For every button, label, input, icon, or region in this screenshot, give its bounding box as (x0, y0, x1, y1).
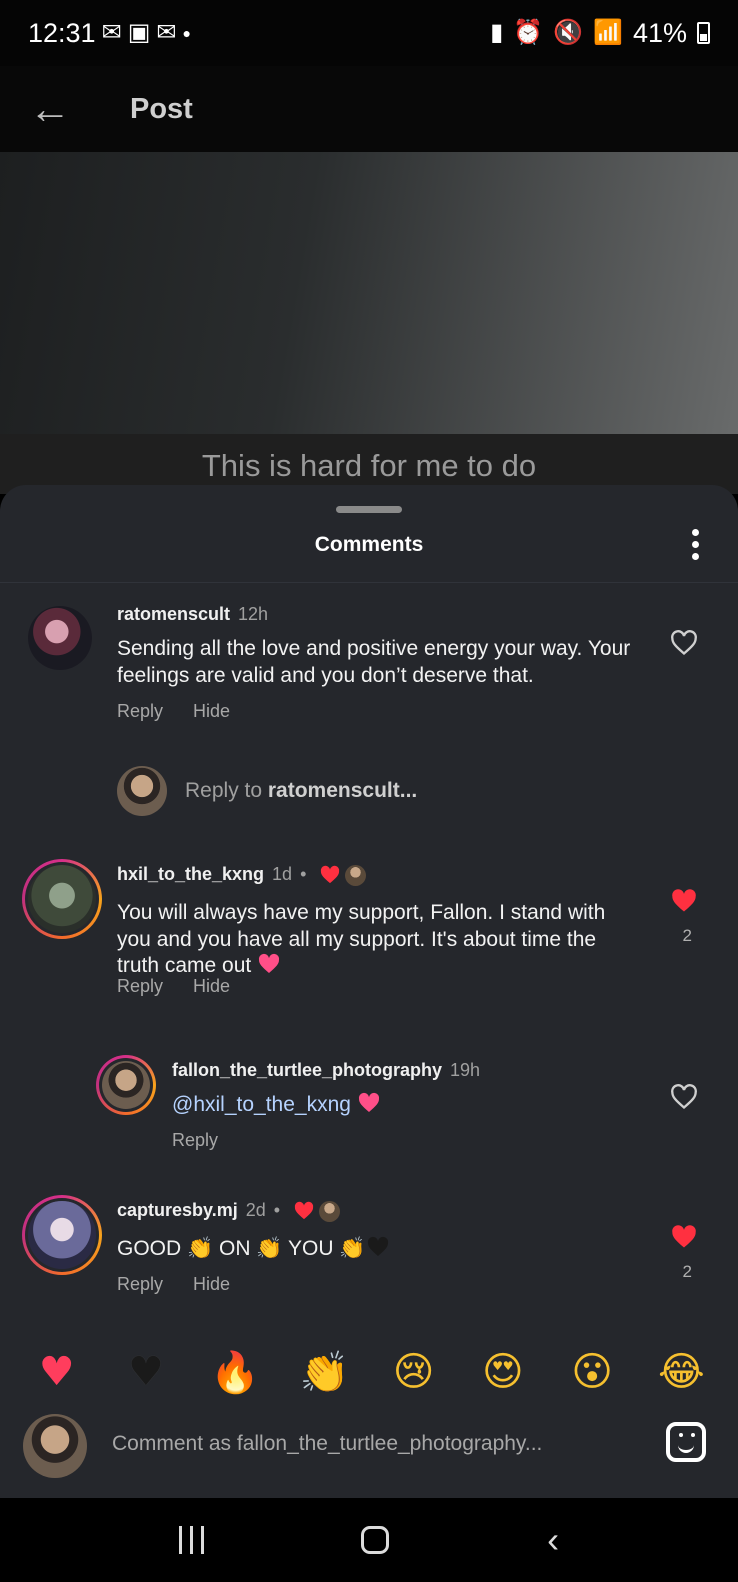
comment-username[interactable]: capturesby.mj (117, 1200, 238, 1220)
fire-icon[interactable]: 🔥 (205, 1349, 265, 1396)
reply-button[interactable]: Reply (117, 701, 163, 722)
comment-input[interactable]: Comment as fallon_the_turtlee_photograph… (112, 1432, 542, 1456)
reply-prompt-target: ratomenscult... (267, 779, 418, 802)
page-title: Post (130, 92, 193, 125)
avatar (23, 1414, 87, 1478)
reply-button[interactable]: Reply (117, 976, 163, 997)
app-header: ← Post (0, 66, 738, 152)
battery-saver-icon: ▮ (490, 19, 504, 46)
image-icon: ▣ (127, 19, 151, 46)
mute-icon: 🔇 (553, 19, 584, 46)
heart-eyes-icon[interactable]: 😍 (473, 1349, 533, 1395)
comment-username[interactable]: hxil_to_the_kxng (117, 864, 264, 884)
sticker-icon[interactable] (666, 1422, 706, 1462)
comment-username[interactable]: ratomenscult (117, 604, 230, 624)
reply-composer[interactable]: Reply to ratomenscult... (117, 766, 677, 818)
avatar[interactable] (96, 1055, 156, 1115)
heart-outline-icon[interactable] (670, 1084, 698, 1110)
back-icon[interactable]: ‹ (547, 1522, 559, 1558)
more-options-icon[interactable] (692, 529, 700, 560)
system-nav-bar: ‹ (0, 1498, 738, 1582)
hide-button[interactable]: Hide (193, 701, 230, 722)
comment-composer: Comment as fallon_the_turtlee_photograph… (0, 1414, 738, 1498)
comment-time: 19h (450, 1060, 481, 1080)
home-icon[interactable] (361, 1526, 390, 1554)
status-time: 12:31 (28, 17, 96, 48)
comment-text: You will always have my support, Fallon.… (117, 901, 606, 977)
comment-time: 12h (238, 604, 269, 624)
black-heart-icon (366, 1236, 390, 1260)
avatar (117, 766, 167, 816)
reply-button[interactable]: Reply (172, 1130, 218, 1151)
like-count: 2 (682, 1262, 692, 1281)
creator-avatar (319, 1200, 341, 1222)
avatar[interactable] (22, 1195, 102, 1275)
dot-icon: ● (182, 25, 191, 41)
divider (0, 582, 738, 583)
clapping-hands-icon[interactable]: 👏 (294, 1349, 354, 1396)
reply-prompt-prefix: Reply to (185, 779, 268, 802)
like-count: 2 (682, 926, 692, 945)
pink-heart-icon (357, 1092, 381, 1116)
recents-icon[interactable] (178, 1526, 204, 1554)
arrow-left-icon[interactable]: ← (0, 88, 100, 130)
black-heart-icon[interactable]: ♥ (116, 1349, 176, 1395)
drag-handle[interactable] (336, 506, 402, 513)
emoji-quick-bar: ♥ ♥ 🔥 👏 😢 😍 😮 😂 (0, 1330, 738, 1414)
heart-outline-icon[interactable] (670, 630, 698, 656)
avatar[interactable] (22, 859, 102, 939)
comment-word: GOOD (117, 1237, 182, 1260)
clapping-hands-icon: 👏 (339, 1236, 366, 1260)
reply-button[interactable]: Reply (117, 1274, 163, 1295)
hide-button[interactable]: Hide (193, 976, 230, 997)
comment-word: ON (219, 1237, 251, 1260)
pink-heart-icon (257, 953, 281, 977)
creator-avatar (345, 864, 367, 886)
mention-link[interactable]: @hxil_to_the_kxng (172, 1093, 351, 1116)
dot-separator: • (273, 1200, 281, 1220)
comment-word: YOU (287, 1237, 334, 1260)
mail-icon: ✉ (156, 19, 177, 46)
comment-text: Sending all the love and positive energy… (117, 637, 631, 687)
mail-icon: ✉ (101, 19, 122, 46)
wifi-icon: 📶 (593, 19, 623, 46)
post-caption: This is hard for me to do (201, 448, 537, 483)
tears-of-joy-icon[interactable]: 😂 (651, 1349, 711, 1395)
comment-time: 1d (272, 864, 293, 884)
red-heart-icon[interactable]: ♥ (27, 1349, 87, 1395)
creator-liked-heart-icon (319, 864, 341, 884)
creator-liked-heart-icon (293, 1200, 315, 1220)
surprised-face-icon[interactable]: 😮 (562, 1349, 622, 1395)
crying-face-icon[interactable]: 😢 (384, 1349, 444, 1395)
clapping-hands-icon: 👏 (187, 1236, 214, 1260)
post-image[interactable] (0, 152, 738, 482)
clapping-hands-icon: 👏 (256, 1236, 283, 1260)
hide-button[interactable]: Hide (193, 1274, 230, 1295)
avatar[interactable] (28, 606, 92, 670)
dot-separator: • (300, 864, 307, 884)
comment-username[interactable]: fallon_the_turtlee_photography (172, 1060, 442, 1080)
alarm-icon: ⏰ (513, 19, 544, 46)
sheet-title: Comments (314, 533, 424, 556)
status-bar: 12:31 ✉ ▣ ✉ ● ▮ ⏰ 🔇 📶 41% (0, 0, 738, 66)
heart-filled-icon[interactable] (670, 888, 698, 914)
battery-icon (697, 22, 710, 44)
battery-percent: 41% (632, 17, 687, 48)
heart-filled-icon[interactable] (670, 1224, 698, 1250)
comment-time: 2d (245, 1200, 266, 1220)
